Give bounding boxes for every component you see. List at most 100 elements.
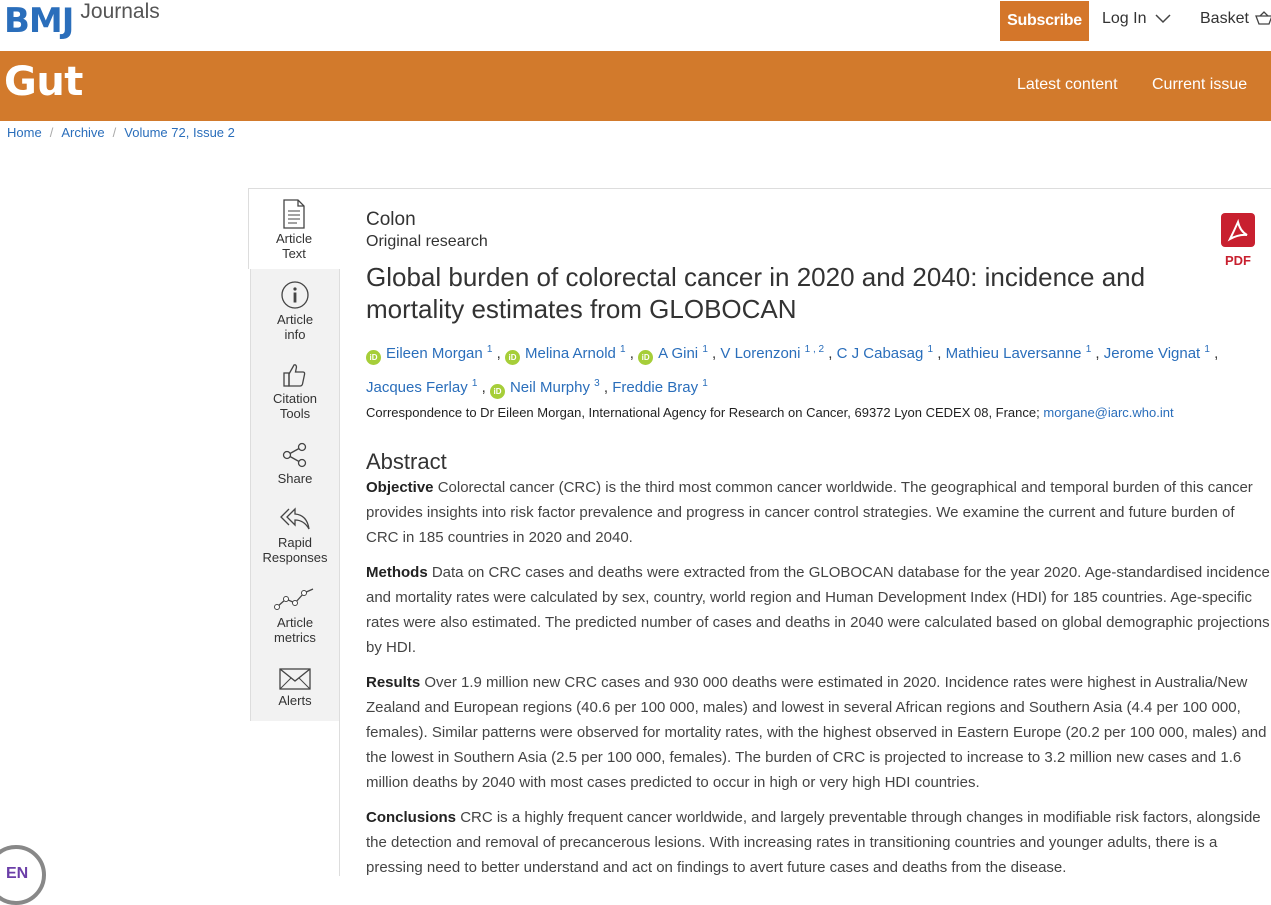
top-bar: BMJ Journals Subscribe Log In Basket (0, 0, 1271, 51)
tool-label: Rapid (278, 535, 312, 550)
tool-article-metrics[interactable]: Article metrics (250, 585, 340, 645)
reply-all-icon (280, 507, 310, 530)
author-name: Freddie Bray (612, 379, 699, 396)
article-type: Original research (366, 233, 488, 250)
tool-label: Article (275, 231, 313, 246)
author-link[interactable]: C J Cabasag 1 (836, 344, 933, 362)
author-link[interactable]: Jerome Vignat 1 (1103, 344, 1210, 362)
basket-icon (1254, 11, 1271, 25)
author-link[interactable]: Jacques Ferlay 1 (366, 378, 477, 396)
abstract-paragraph: Methods Data on CRC cases and deaths wer… (366, 560, 1271, 660)
login-button[interactable]: Log In (1102, 10, 1172, 28)
brand-name: BMJ (4, 1, 74, 41)
orcid-icon[interactable]: iD (366, 350, 381, 365)
tool-citation-tools[interactable]: Citation Tools (250, 361, 340, 421)
breadcrumb: Home / Archive / Volume 72, Issue 2 (7, 125, 235, 140)
author-name: V Lorenzoni (720, 345, 801, 362)
author-separator: , (707, 345, 721, 362)
orcid-icon[interactable]: iD (489, 384, 505, 399)
author-link[interactable]: Freddie Bray 1 (612, 378, 708, 396)
article-content: Colon Original research Global burden of… (366, 209, 1271, 880)
tool-label: Article (276, 312, 314, 327)
author-link[interactable]: iD Melina Arnold 1 (504, 344, 626, 365)
orcid-icon[interactable]: iD (504, 350, 520, 365)
author-name: Neil Murphy (509, 379, 590, 396)
abstract-section-text: Over 1.9 million new CRC cases and 930 0… (366, 674, 1267, 791)
breadcrumb-issue[interactable]: Volume 72, Issue 2 (124, 125, 235, 140)
correspondence-text: Correspondence to Dr Eileen Morgan, Inte… (366, 405, 1040, 420)
journal-banner: Gut Latest content Current issue (0, 51, 1271, 121)
correspondence: Correspondence to Dr Eileen Morgan, Inte… (366, 405, 1271, 420)
brand-suffix: Journals (80, 0, 160, 23)
abstract-heading: Abstract (366, 449, 447, 474)
tool-share[interactable]: Share (250, 441, 340, 486)
author-separator: , (1209, 345, 1219, 362)
author-separator: , (477, 379, 490, 396)
envelope-icon (279, 668, 311, 690)
abstract-section-label: Conclusions (366, 809, 457, 826)
abstract-section-text: Data on CRC cases and deaths were extrac… (366, 564, 1270, 656)
language-label: EN (6, 865, 29, 882)
language-selector[interactable]: EN (0, 845, 46, 905)
tool-label: Alerts (278, 693, 312, 708)
author-name: Jacques Ferlay (366, 379, 468, 396)
bmj-journals-logo[interactable]: BMJ Journals (4, 0, 160, 46)
author-name: Eileen Morgan (386, 345, 483, 362)
nav-current-issue[interactable]: Current issue (1152, 76, 1247, 94)
breadcrumb-home[interactable]: Home (7, 125, 42, 140)
info-icon (281, 281, 309, 309)
abstract-paragraph: Conclusions CRC is a highly frequent can… (366, 805, 1271, 880)
tool-label: Citation (272, 391, 318, 406)
author-separator: , (1091, 345, 1104, 362)
tool-label: Tools (279, 406, 311, 421)
breadcrumb-archive[interactable]: Archive (61, 125, 104, 140)
tool-article-info[interactable]: Article info (250, 280, 340, 342)
abstract-section-text: Colorectal cancer (CRC) is the third mos… (366, 479, 1253, 546)
nav-latest-content[interactable]: Latest content (1017, 76, 1118, 94)
tool-label: Share (277, 471, 313, 486)
author-link[interactable]: Mathieu Laversanne 1 (945, 344, 1092, 362)
author-link[interactable]: iD A Gini 1 (638, 344, 708, 365)
abstract-paragraph: Results Over 1.9 million new CRC cases a… (366, 670, 1271, 795)
author-affiliation: 1 , 2 (804, 344, 825, 355)
basket-label: Basket (1200, 10, 1249, 27)
abstract-body: Objective Colorectal cancer (CRC) is the… (366, 475, 1271, 880)
author-name: Mathieu Laversanne (945, 345, 1082, 362)
author-separator: , (933, 345, 946, 362)
abstract-section-label: Methods (366, 564, 428, 581)
correspondence-email[interactable]: morgane@iarc.who.int (1043, 405, 1173, 420)
thumbs-up-icon (283, 364, 306, 387)
author-link[interactable]: iD Neil Murphy 3 (489, 378, 600, 399)
author-name: A Gini (658, 345, 699, 362)
journal-title[interactable]: Gut (4, 59, 83, 105)
abstract-section-label: Objective (366, 479, 434, 496)
share-icon (282, 442, 307, 468)
author-link[interactable]: iD Eileen Morgan 1 (366, 344, 492, 365)
abstract-section-label: Results (366, 674, 421, 691)
chevron-down-icon (1155, 14, 1172, 24)
basket-button[interactable]: Basket (1200, 10, 1271, 28)
abstract-paragraph: Objective Colorectal cancer (CRC) is the… (366, 475, 1271, 550)
article-title: Global burden of colorectal cancer in 20… (366, 262, 1146, 324)
breadcrumb-separator: / (49, 125, 54, 140)
author-name: Jerome Vignat (1103, 345, 1201, 362)
author-separator: , (492, 345, 505, 362)
author-list: iD Eileen Morgan 1 , iD Melina Arnold 1 , … (366, 335, 1226, 403)
tool-label: Text (282, 246, 306, 261)
tool-label: Responses (262, 550, 328, 565)
tool-alerts[interactable]: Alerts (250, 667, 340, 708)
breadcrumb-separator: / (112, 125, 117, 140)
tool-rapid-responses[interactable]: Rapid Responses (250, 505, 340, 565)
author-name: C J Cabasag (836, 345, 924, 362)
author-separator: , (625, 345, 639, 362)
tool-label: metrics (274, 630, 316, 645)
tool-label: info (284, 327, 306, 342)
author-link[interactable]: V Lorenzoni 1 , 2 (720, 344, 825, 362)
tool-article-text[interactable]: Article Text (249, 199, 339, 261)
article-section: Colon (366, 209, 416, 230)
orcid-icon[interactable]: iD (638, 350, 654, 365)
subscribe-button[interactable]: Subscribe (1000, 1, 1089, 41)
author-separator: , (824, 345, 837, 362)
author-name: Melina Arnold (524, 345, 616, 362)
document-icon (283, 199, 305, 229)
